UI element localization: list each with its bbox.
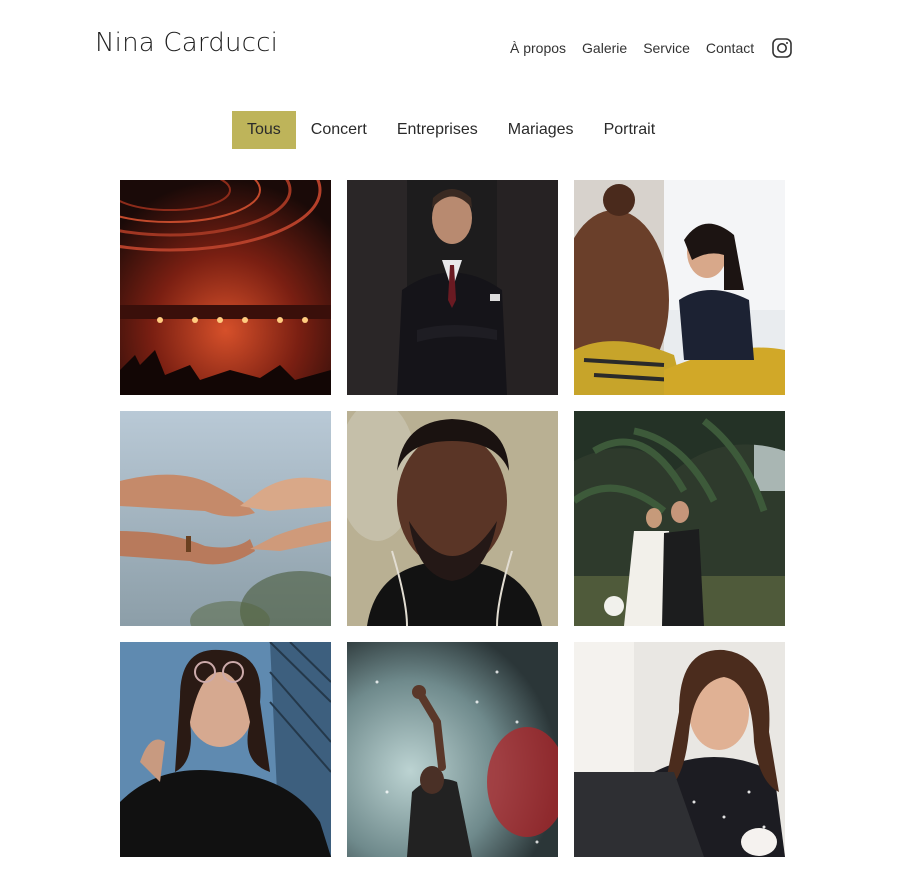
nav-link-service[interactable]: Service xyxy=(635,38,698,58)
filter-mariages[interactable]: Mariages xyxy=(493,111,589,149)
filter-concert[interactable]: Concert xyxy=(296,111,382,149)
gallery-filters: Tous Concert Entreprises Mariages Portra… xyxy=(232,111,670,149)
site-title[interactable]: Nina Carducci xyxy=(95,28,278,58)
gallery-grid xyxy=(120,180,785,857)
gallery-image-wedding[interactable] xyxy=(574,411,785,626)
gallery-image-meeting[interactable] xyxy=(574,180,785,395)
gallery-image-man-portrait[interactable] xyxy=(347,411,558,626)
filter-tous[interactable]: Tous xyxy=(232,111,296,149)
gallery-image-woman-glasses[interactable] xyxy=(120,642,331,857)
nav-link-galerie[interactable]: Galerie xyxy=(574,38,635,58)
gallery-image-businessman[interactable] xyxy=(347,180,558,395)
gallery-image-concert-hand[interactable] xyxy=(347,642,558,857)
gallery-image-concert-stage[interactable] xyxy=(120,180,331,395)
gallery-image-hands[interactable] xyxy=(120,411,331,626)
main-nav: À propos Galerie Service Contact xyxy=(502,38,792,58)
nav-link-a-propos[interactable]: À propos xyxy=(502,38,574,58)
filter-entreprises[interactable]: Entreprises xyxy=(382,111,493,149)
instagram-icon[interactable] xyxy=(772,38,792,58)
nav-link-contact[interactable]: Contact xyxy=(698,38,762,58)
gallery-image-woman-laptop[interactable] xyxy=(574,642,785,857)
filter-portrait[interactable]: Portrait xyxy=(589,111,671,149)
